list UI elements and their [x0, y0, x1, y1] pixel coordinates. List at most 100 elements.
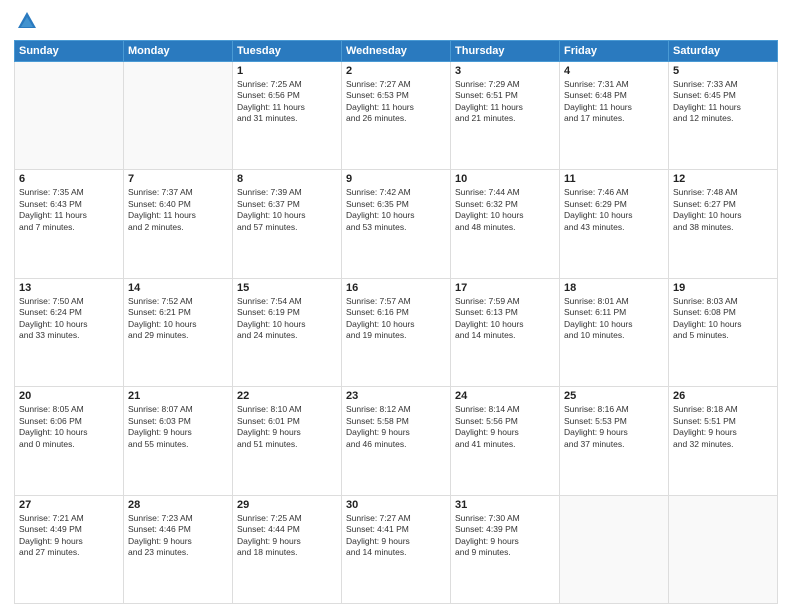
day-number: 9	[346, 173, 446, 185]
calendar-cell: 10 Sunrise: 7:44 AM Sunset: 6:32 PM Dayli…	[451, 170, 560, 278]
day-info: Sunrise: 8:12 AM Sunset: 5:58 PM Dayligh…	[346, 404, 446, 450]
day-info: Sunrise: 7:31 AM Sunset: 6:48 PM Dayligh…	[564, 79, 664, 125]
day-number: 24	[455, 390, 555, 402]
calendar-cell: 26Sunrise: 8:18 AM Sunset: 5:51 PM Dayli…	[669, 387, 778, 495]
calendar-cell: 23 Sunrise: 8:12 AM Sunset: 5:58 PM Dayli…	[342, 387, 451, 495]
page: SundayMondayTuesdayWednesdayThursdayFrid…	[0, 0, 792, 612]
day-info: Sunrise: 8:14 AM Sunset: 5:56 PM Dayligh…	[455, 404, 555, 450]
day-number: 11	[564, 173, 664, 185]
calendar-cell: 16 Sunrise: 7:57 AM Sunset: 6:16 PM Dayli…	[342, 278, 451, 386]
day-info: Sunrise: 7:35 AM Sunset: 6:43 PM Dayligh…	[19, 187, 119, 233]
calendar-cell: 9 Sunrise: 7:42 AM Sunset: 6:35 PM Daylig…	[342, 170, 451, 278]
calendar-cell	[560, 495, 669, 603]
calendar-cell: 7 Sunrise: 7:37 AM Sunset: 6:40 PM Daylig…	[124, 170, 233, 278]
calendar-cell: 31Sunrise: 7:30 AM Sunset: 4:39 PM Dayli…	[451, 495, 560, 603]
calendar-cell: 21 Sunrise: 8:07 AM Sunset: 6:03 PM Dayli…	[124, 387, 233, 495]
day-number: 12	[673, 173, 773, 185]
day-info: Sunrise: 7:44 AM Sunset: 6:32 PM Dayligh…	[455, 187, 555, 233]
day-number: 18	[564, 282, 664, 294]
calendar-cell: 28Sunrise: 7:23 AM Sunset: 4:46 PM Dayli…	[124, 495, 233, 603]
calendar-cell: 27Sunrise: 7:21 AM Sunset: 4:49 PM Dayli…	[15, 495, 124, 603]
day-info: Sunrise: 7:21 AM Sunset: 4:49 PM Dayligh…	[19, 513, 119, 559]
calendar-cell: 1 Sunrise: 7:25 AM Sunset: 6:56 PM Daylig…	[233, 62, 342, 170]
day-number: 17	[455, 282, 555, 294]
calendar-cell	[669, 495, 778, 603]
day-info: Sunrise: 7:33 AM Sunset: 6:45 PM Dayligh…	[673, 79, 773, 125]
day-number: 6	[19, 173, 119, 185]
header	[14, 10, 778, 32]
calendar-cell: 12 Sunrise: 7:48 AM Sunset: 6:27 PM Dayli…	[669, 170, 778, 278]
day-number: 26	[673, 390, 773, 402]
day-number: 14	[128, 282, 228, 294]
day-number: 25	[564, 390, 664, 402]
calendar-table: SundayMondayTuesdayWednesdayThursdayFrid…	[14, 40, 778, 604]
weekday-header-sunday: Sunday	[15, 41, 124, 62]
calendar-cell: 22Sunrise: 8:10 AM Sunset: 6:01 PM Dayli…	[233, 387, 342, 495]
day-number: 10	[455, 173, 555, 185]
day-number: 29	[237, 499, 337, 511]
calendar-cell	[124, 62, 233, 170]
day-number: 2	[346, 65, 446, 77]
calendar-week-4: 20Sunrise: 8:05 AM Sunset: 6:06 PM Dayli…	[15, 387, 778, 495]
day-number: 23	[346, 390, 446, 402]
day-info: Sunrise: 7:57 AM Sunset: 6:16 PM Dayligh…	[346, 296, 446, 342]
calendar-week-1: 1 Sunrise: 7:25 AM Sunset: 6:56 PM Daylig…	[15, 62, 778, 170]
day-info: Sunrise: 7:27 AM Sunset: 6:53 PM Dayligh…	[346, 79, 446, 125]
day-info: Sunrise: 7:27 AM Sunset: 4:41 PM Dayligh…	[346, 513, 446, 559]
calendar-cell	[15, 62, 124, 170]
day-info: Sunrise: 8:16 AM Sunset: 5:53 PM Dayligh…	[564, 404, 664, 450]
day-info: Sunrise: 7:39 AM Sunset: 6:37 PM Dayligh…	[237, 187, 337, 233]
day-info: Sunrise: 7:59 AM Sunset: 6:13 PM Dayligh…	[455, 296, 555, 342]
calendar-cell: 25 Sunrise: 8:16 AM Sunset: 5:53 PM Dayli…	[560, 387, 669, 495]
calendar-cell: 11 Sunrise: 7:46 AM Sunset: 6:29 PM Dayli…	[560, 170, 669, 278]
day-info: Sunrise: 8:07 AM Sunset: 6:03 PM Dayligh…	[128, 404, 228, 450]
calendar-cell: 24 Sunrise: 8:14 AM Sunset: 5:56 PM Dayli…	[451, 387, 560, 495]
day-number: 22	[237, 390, 337, 402]
weekday-header-tuesday: Tuesday	[233, 41, 342, 62]
day-number: 21	[128, 390, 228, 402]
day-number: 15	[237, 282, 337, 294]
day-info: Sunrise: 7:54 AM Sunset: 6:19 PM Dayligh…	[237, 296, 337, 342]
day-number: 30	[346, 499, 446, 511]
calendar-cell: 5 Sunrise: 7:33 AM Sunset: 6:45 PM Daylig…	[669, 62, 778, 170]
calendar-cell: 13Sunrise: 7:50 AM Sunset: 6:24 PM Dayli…	[15, 278, 124, 386]
day-info: Sunrise: 7:46 AM Sunset: 6:29 PM Dayligh…	[564, 187, 664, 233]
day-number: 7	[128, 173, 228, 185]
day-number: 5	[673, 65, 773, 77]
weekday-header-saturday: Saturday	[669, 41, 778, 62]
calendar-cell: 6 Sunrise: 7:35 AM Sunset: 6:43 PM Daylig…	[15, 170, 124, 278]
calendar-cell: 2 Sunrise: 7:27 AM Sunset: 6:53 PM Daylig…	[342, 62, 451, 170]
day-info: Sunrise: 7:25 AM Sunset: 6:56 PM Dayligh…	[237, 79, 337, 125]
day-info: Sunrise: 7:25 AM Sunset: 4:44 PM Dayligh…	[237, 513, 337, 559]
weekday-header-row: SundayMondayTuesdayWednesdayThursdayFrid…	[15, 41, 778, 62]
calendar-cell: 18 Sunrise: 8:01 AM Sunset: 6:11 PM Dayli…	[560, 278, 669, 386]
day-info: Sunrise: 7:52 AM Sunset: 6:21 PM Dayligh…	[128, 296, 228, 342]
day-info: Sunrise: 7:42 AM Sunset: 6:35 PM Dayligh…	[346, 187, 446, 233]
day-info: Sunrise: 7:29 AM Sunset: 6:51 PM Dayligh…	[455, 79, 555, 125]
calendar-week-3: 13Sunrise: 7:50 AM Sunset: 6:24 PM Dayli…	[15, 278, 778, 386]
day-number: 4	[564, 65, 664, 77]
day-info: Sunrise: 8:03 AM Sunset: 6:08 PM Dayligh…	[673, 296, 773, 342]
day-info: Sunrise: 7:37 AM Sunset: 6:40 PM Dayligh…	[128, 187, 228, 233]
day-number: 1	[237, 65, 337, 77]
day-number: 19	[673, 282, 773, 294]
day-number: 16	[346, 282, 446, 294]
weekday-header-wednesday: Wednesday	[342, 41, 451, 62]
day-info: Sunrise: 8:01 AM Sunset: 6:11 PM Dayligh…	[564, 296, 664, 342]
day-number: 8	[237, 173, 337, 185]
day-info: Sunrise: 7:30 AM Sunset: 4:39 PM Dayligh…	[455, 513, 555, 559]
calendar-week-5: 27Sunrise: 7:21 AM Sunset: 4:49 PM Dayli…	[15, 495, 778, 603]
calendar-cell: 20Sunrise: 8:05 AM Sunset: 6:06 PM Dayli…	[15, 387, 124, 495]
calendar-cell: 17 Sunrise: 7:59 AM Sunset: 6:13 PM Dayli…	[451, 278, 560, 386]
logo	[14, 10, 38, 32]
weekday-header-thursday: Thursday	[451, 41, 560, 62]
calendar-cell: 15 Sunrise: 7:54 AM Sunset: 6:19 PM Dayli…	[233, 278, 342, 386]
day-info: Sunrise: 8:05 AM Sunset: 6:06 PM Dayligh…	[19, 404, 119, 450]
weekday-header-monday: Monday	[124, 41, 233, 62]
logo-icon	[16, 10, 38, 32]
day-info: Sunrise: 7:48 AM Sunset: 6:27 PM Dayligh…	[673, 187, 773, 233]
day-info: Sunrise: 7:23 AM Sunset: 4:46 PM Dayligh…	[128, 513, 228, 559]
day-number: 3	[455, 65, 555, 77]
calendar-cell: 19 Sunrise: 8:03 AM Sunset: 6:08 PM Dayli…	[669, 278, 778, 386]
day-info: Sunrise: 7:50 AM Sunset: 6:24 PM Dayligh…	[19, 296, 119, 342]
